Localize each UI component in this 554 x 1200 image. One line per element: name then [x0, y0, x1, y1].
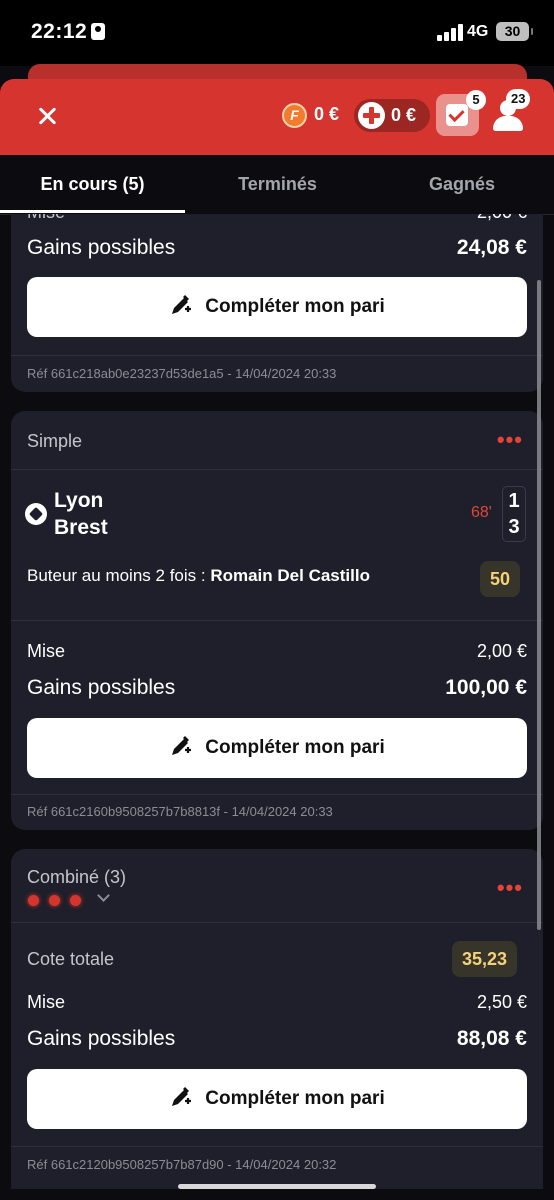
home-indicator[interactable]	[178, 1184, 376, 1189]
bet-reference: Réf 661c2160b9508257b7b8813f - 14/04/202…	[27, 804, 333, 819]
score-box: 1 3	[502, 486, 526, 542]
status-time: 22:12	[31, 20, 88, 43]
tab-en-cours[interactable]: En cours (5)	[0, 155, 185, 213]
gains-value: 88,08 €	[456, 1027, 527, 1050]
divider	[11, 794, 543, 795]
close-icon[interactable]	[34, 103, 62, 131]
plus-balance-button[interactable]: 0 €	[354, 99, 430, 132]
pencil-icon	[172, 1086, 192, 1106]
cote-label: Cote totale	[27, 949, 115, 969]
team-home: Lyon	[54, 489, 104, 512]
complete-bet-label: Compléter mon pari	[205, 296, 385, 317]
battery-icon: 30	[496, 22, 533, 41]
gains-label: Gains possibles	[27, 236, 176, 259]
total-odds-badge: 35,23	[452, 941, 518, 977]
more-menu-icon[interactable]: •••	[497, 875, 523, 901]
bet-selection: Buteur au moins 2 fois : Romain Del Cast…	[27, 566, 370, 586]
bet-market: Buteur au moins 2 fois :	[27, 566, 211, 585]
active-tab-indicator	[0, 210, 185, 213]
mise-value: 2,50 €	[476, 992, 527, 1012]
f-coin-icon: F	[282, 103, 307, 128]
complete-bet-button[interactable]: Compléter mon pari	[27, 718, 527, 778]
id-card-icon	[91, 23, 105, 40]
gains-value: 24,08 €	[456, 236, 527, 259]
bet-type: Simple	[27, 431, 83, 451]
football-icon	[25, 503, 47, 525]
match-minute: 68'	[471, 504, 492, 521]
scrollbar[interactable]	[537, 280, 541, 930]
checkbox-icon	[446, 104, 468, 126]
tab-termines[interactable]: Terminés	[185, 155, 370, 213]
complete-bet-label: Compléter mon pari	[205, 1088, 385, 1109]
plus-balance: 0 €	[391, 105, 417, 125]
gains-label: Gains possibles	[27, 676, 176, 699]
complete-bet-label: Compléter mon pari	[205, 737, 385, 758]
divider	[11, 1146, 543, 1147]
chevron-down-icon[interactable]	[97, 889, 110, 902]
plus-icon	[358, 102, 385, 129]
bet-player: Romain Del Castillo	[210, 566, 370, 585]
divider	[11, 469, 543, 470]
mise-label: Mise	[27, 641, 66, 661]
odds-badge: 50	[480, 561, 521, 597]
pencil-icon	[172, 735, 192, 755]
bet-type: Combiné (3)	[27, 867, 127, 887]
signal-icon	[437, 24, 463, 41]
bet-reference: Réf 661c2120b9508257b7b87d90 - 14/04/202…	[27, 1157, 337, 1172]
selection-status-dots	[28, 893, 91, 911]
network-type: 4G	[467, 23, 489, 40]
bet-reference: Réf 661c218ab0e23237d53de1a5 - 14/04/202…	[27, 366, 337, 381]
bet-card: Combiné (3) ••• Cote totale 35,23 Mise 2…	[11, 849, 543, 1189]
mise-value: 2,00 €	[476, 641, 527, 661]
divider	[11, 620, 543, 621]
divider	[11, 355, 543, 356]
team-away: Brest	[54, 516, 108, 539]
gains-value: 100,00 €	[445, 676, 527, 699]
tab-bar: En cours (5) Terminés Gagnés	[0, 155, 554, 215]
divider	[11, 922, 543, 923]
tab-gagnes[interactable]: Gagnés	[370, 155, 554, 213]
bets-count-badge: 5	[466, 90, 486, 110]
status-bar: 22:12 4G 30	[0, 0, 554, 66]
gains-label: Gains possibles	[27, 1027, 176, 1050]
score-away: 3	[508, 516, 520, 538]
pencil-icon	[172, 294, 192, 314]
mise-label: Mise	[27, 992, 66, 1012]
f-balance[interactable]: 0 €	[314, 104, 339, 125]
complete-bet-button[interactable]: Compléter mon pari	[27, 1069, 527, 1129]
score-home: 1	[508, 490, 520, 512]
bet-card: Simple ••• Lyon Brest 68' 1 3 Buteur au …	[11, 411, 543, 830]
user-count-badge: 23	[506, 89, 531, 109]
complete-bet-button[interactable]: Compléter mon pari	[27, 277, 527, 337]
more-menu-icon[interactable]: •••	[497, 427, 523, 453]
